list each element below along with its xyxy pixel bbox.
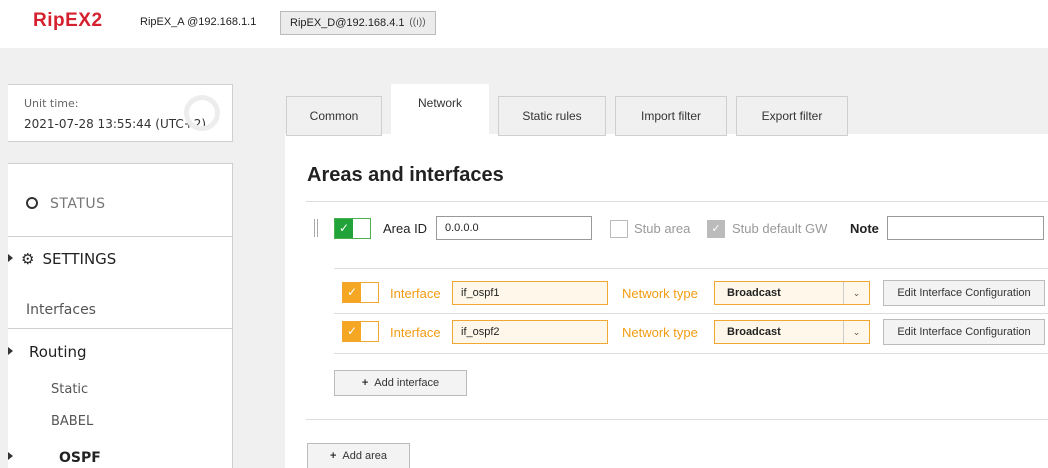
ripex-logo: RipEX2 bbox=[33, 10, 103, 31]
add-area-button[interactable]: + Add area bbox=[307, 443, 410, 468]
edit-interface-configuration-button[interactable]: Edit Interface Configuration bbox=[883, 280, 1045, 306]
stub-default-gw-label: Stub default GW bbox=[732, 221, 828, 236]
sidebar-item-ospf[interactable]: OSPF bbox=[8, 450, 233, 466]
radio-signal-icon: ((ı)) bbox=[409, 17, 426, 28]
tab-static-rules[interactable]: Static rules bbox=[498, 96, 606, 136]
area-enable-toggle[interactable]: ✓ bbox=[334, 218, 371, 239]
section-title: Areas and interfaces bbox=[307, 164, 504, 186]
unit-b-label: RipEX_D@192.168.4.1 bbox=[290, 17, 405, 29]
divider bbox=[334, 268, 1048, 269]
divider bbox=[8, 328, 233, 329]
tab-export-filter[interactable]: Export filter bbox=[736, 96, 848, 136]
network-type-value: Broadcast bbox=[727, 326, 781, 338]
interface-label: Interface bbox=[390, 286, 441, 301]
area-id-label: Area ID bbox=[383, 221, 428, 236]
tab-common[interactable]: Common bbox=[286, 96, 382, 136]
sidebar-item-interfaces[interactable]: Interfaces bbox=[26, 302, 251, 318]
network-type-select[interactable]: Broadcast ⌄ bbox=[714, 320, 870, 344]
sidebar-item-label: OSPF bbox=[59, 450, 101, 466]
expand-arrow-icon bbox=[8, 347, 13, 355]
stub-area-checkbox[interactable] bbox=[610, 220, 628, 238]
interface-enable-toggle[interactable]: ✓ bbox=[342, 321, 379, 342]
note-input[interactable] bbox=[887, 216, 1044, 240]
stub-default-gw-checkbox[interactable]: ✓ bbox=[707, 220, 725, 238]
sidebar-item-routing[interactable]: Routing bbox=[8, 343, 233, 361]
sidebar-item-settings[interactable]: ⚙ SETTINGS bbox=[8, 250, 233, 268]
network-type-select[interactable]: Broadcast ⌄ bbox=[714, 281, 870, 305]
unit-time-panel: Unit time: 2021-07-28 13:55:44 (UTC+2) bbox=[8, 84, 233, 142]
check-icon: ✓ bbox=[343, 283, 361, 302]
plus-icon: + bbox=[329, 450, 337, 462]
divider bbox=[306, 201, 1048, 202]
check-icon: ✓ bbox=[343, 322, 361, 341]
sidebar-item-label: SETTINGS bbox=[42, 250, 117, 268]
sidebar-item-status[interactable]: STATUS bbox=[26, 196, 251, 212]
interface-enable-toggle[interactable]: ✓ bbox=[342, 282, 379, 303]
gears-icon: ⚙ bbox=[21, 250, 35, 268]
sidebar-item-static[interactable]: Static bbox=[51, 382, 276, 397]
edit-interface-configuration-button[interactable]: Edit Interface Configuration bbox=[883, 319, 1045, 345]
clock-icon bbox=[184, 95, 220, 131]
unit-time-label: Unit time: bbox=[24, 97, 79, 110]
sidebar-item-label: Routing bbox=[29, 343, 87, 361]
chevron-down-icon: ⌄ bbox=[843, 321, 869, 343]
add-interface-label: Add interface bbox=[374, 377, 440, 389]
sidebar-menu: STATUS ⚙ SETTINGS Interfaces Routing Stat… bbox=[8, 163, 233, 468]
network-type-label: Network type bbox=[622, 286, 698, 301]
drag-handle[interactable] bbox=[314, 219, 318, 237]
add-area-label: Add area bbox=[342, 450, 388, 462]
add-interface-button[interactable]: + Add interface bbox=[334, 370, 467, 396]
unit-a-link[interactable]: RipEX_A @192.168.1.1 bbox=[140, 16, 256, 28]
check-icon: ✓ bbox=[335, 219, 353, 238]
unit-time-value: 2021-07-28 13:55:44 (UTC+2) bbox=[24, 117, 207, 131]
top-bar: RipEX2 RipEX_A @192.168.1.1 RipEX_D@192.… bbox=[0, 0, 1048, 48]
tab-import-filter[interactable]: Import filter bbox=[615, 96, 727, 136]
note-label: Note bbox=[850, 221, 879, 236]
gauge-icon bbox=[26, 197, 38, 209]
divider bbox=[8, 236, 233, 237]
interface-label: Interface bbox=[390, 325, 441, 340]
tab-network[interactable]: Network bbox=[391, 84, 489, 136]
expand-arrow-icon bbox=[8, 254, 13, 262]
stub-area-label: Stub area bbox=[634, 221, 691, 236]
expand-arrow-icon bbox=[8, 452, 13, 460]
plus-icon: + bbox=[361, 377, 369, 389]
sidebar-item-label: STATUS bbox=[50, 196, 106, 212]
network-type-label: Network type bbox=[622, 325, 698, 340]
unit-b-tab[interactable]: RipEX_D@192.168.4.1 ((ı)) bbox=[280, 11, 436, 35]
divider bbox=[306, 419, 1048, 420]
network-type-value: Broadcast bbox=[727, 287, 781, 299]
divider bbox=[334, 353, 1048, 354]
sidebar-item-babel[interactable]: BABEL bbox=[51, 414, 276, 429]
divider bbox=[334, 313, 1048, 314]
chevron-down-icon: ⌄ bbox=[843, 282, 869, 304]
interface-input[interactable]: if_ospf2 bbox=[452, 320, 608, 344]
interface-input[interactable]: if_ospf1 bbox=[452, 281, 608, 305]
area-id-input[interactable]: 0.0.0.0 bbox=[436, 216, 592, 240]
